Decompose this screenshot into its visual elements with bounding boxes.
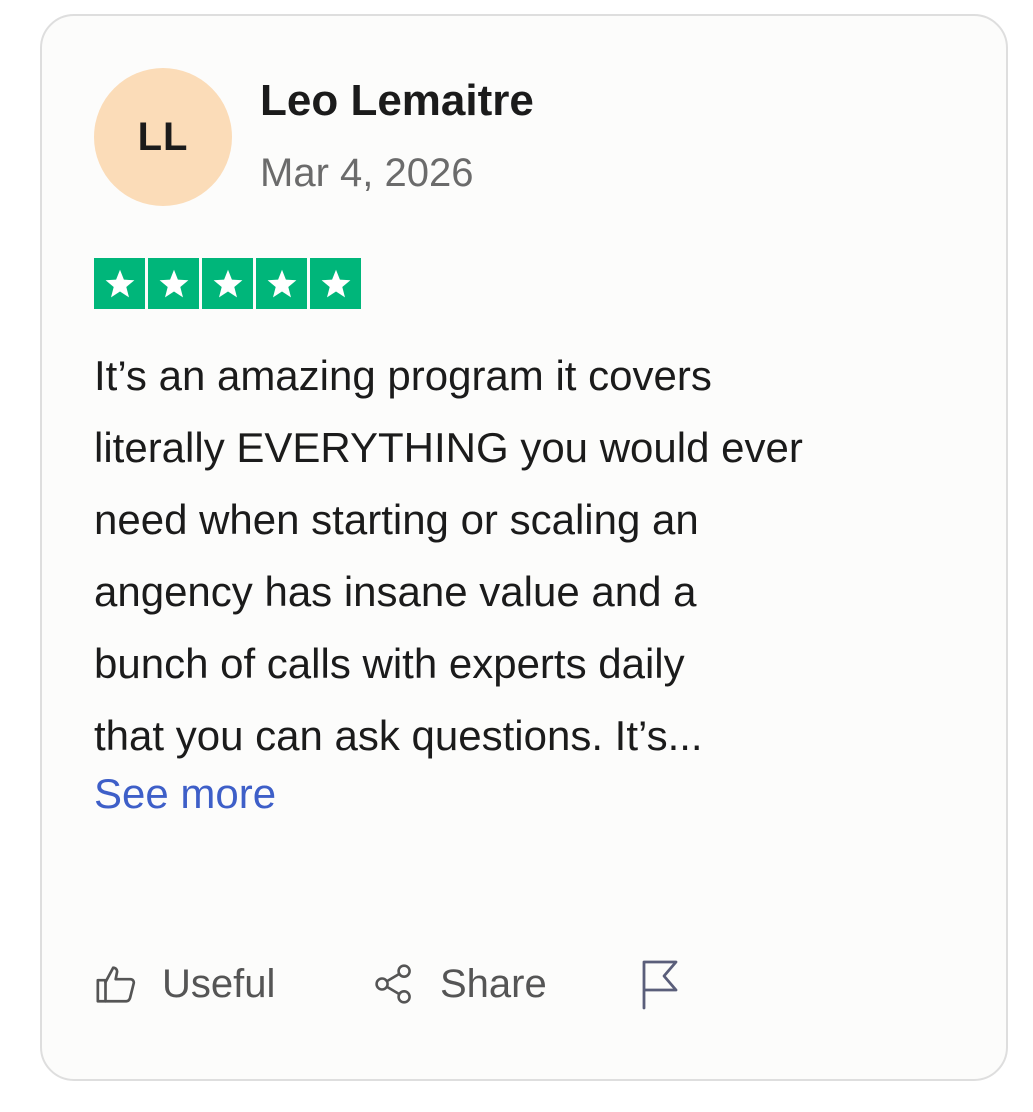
review-text-line: angency has insane value and a — [94, 568, 697, 615]
avatar-initials: LL — [137, 114, 189, 159]
review-text: It’s an amazing program it covers litera… — [94, 340, 974, 772]
see-more-link[interactable]: See more — [94, 758, 276, 830]
share-button[interactable]: Share — [372, 954, 547, 1014]
review-card: LL Leo Lemaitre Mar 4, 2026 It’s an amaz… — [40, 14, 1008, 1081]
useful-button[interactable]: Useful — [94, 954, 275, 1014]
review-text-line: need when starting or scaling an — [94, 496, 699, 543]
review-text-line: It’s an amazing program it covers — [94, 352, 712, 399]
star-icon — [310, 258, 361, 309]
review-date: Mar 4, 2026 — [260, 151, 474, 195]
thumbs-up-icon — [96, 966, 136, 1003]
reviewer-name: Leo Lemaitre — [260, 76, 534, 125]
review-text-line: bunch of calls with experts daily — [94, 640, 685, 687]
star-icon — [94, 258, 145, 309]
share-label: Share — [440, 961, 547, 1006]
review-text-line: literally EVERYTHING you would ever — [94, 424, 803, 471]
star-icon — [202, 258, 253, 309]
flag-icon — [642, 960, 678, 1010]
useful-label: Useful — [162, 961, 276, 1006]
share-icon — [375, 964, 411, 1004]
report-button[interactable] — [638, 954, 682, 1014]
star-icon — [148, 258, 199, 309]
review-actions: Useful Share — [94, 954, 974, 1014]
star-rating — [94, 258, 361, 309]
avatar: LL — [94, 68, 232, 206]
star-icon — [256, 258, 307, 309]
